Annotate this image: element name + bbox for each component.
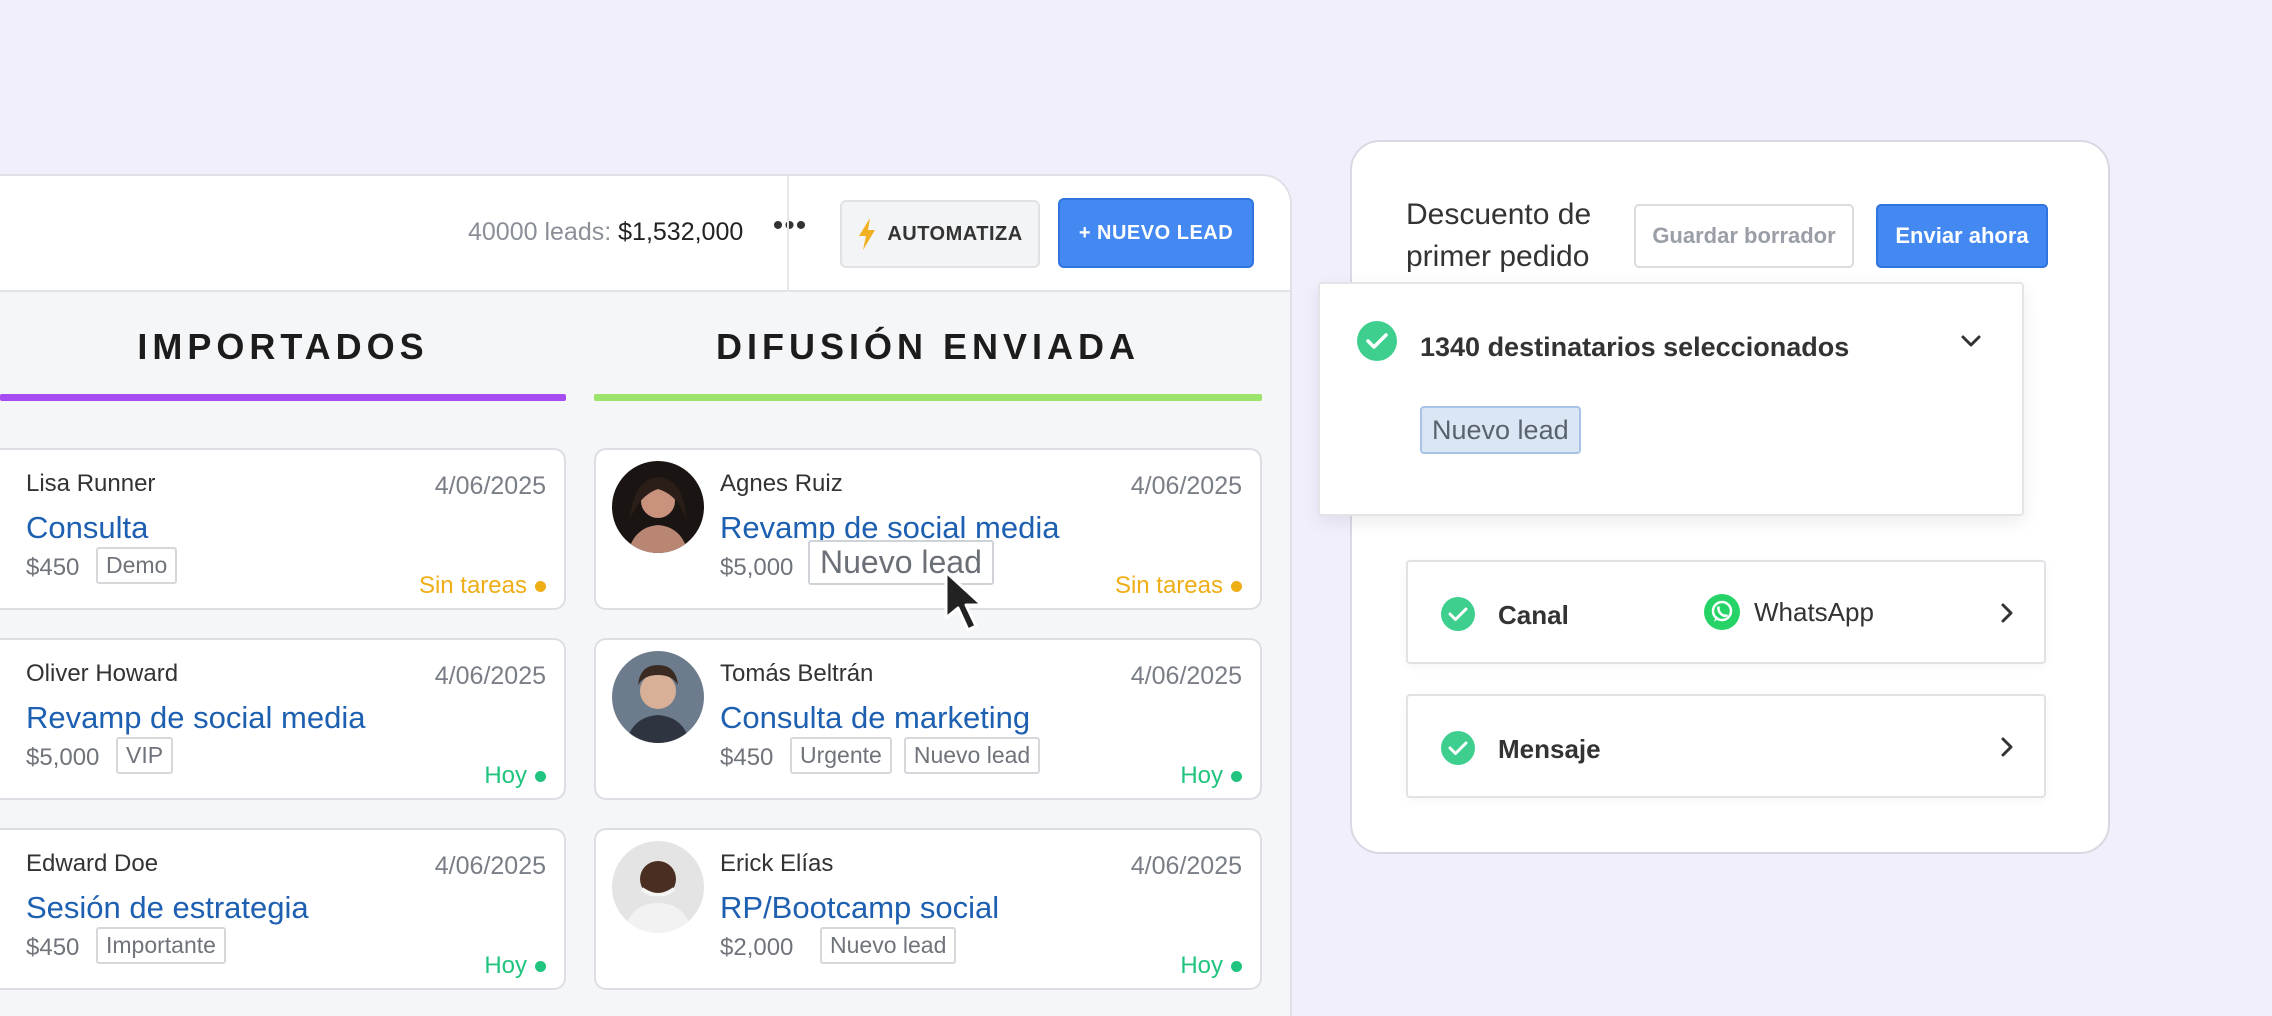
lead-date: 4/06/2025 bbox=[434, 662, 546, 690]
lead-name: Edward Doe bbox=[26, 850, 159, 877]
column-title-difusion-enviada: DIFUSIÓN ENVIADA bbox=[715, 326, 1141, 367]
lead-title-link[interactable]: RP/Bootcamp social bbox=[720, 890, 999, 926]
check-circle-icon bbox=[1441, 731, 1475, 765]
nuevo-lead-label: + NUEVO LEAD bbox=[1078, 221, 1234, 244]
channel-value-label: WhatsApp bbox=[1754, 596, 1874, 627]
task-status: Hoy bbox=[1180, 952, 1242, 980]
header-divider bbox=[787, 176, 789, 292]
broadcast-title: Descuento de primer pedido bbox=[1406, 198, 1592, 273]
lead-date: 4/06/2025 bbox=[1130, 472, 1242, 500]
status-dot bbox=[535, 580, 546, 592]
task-status-label: Sin tareas bbox=[418, 572, 527, 599]
lead-name: Agnes Ruiz bbox=[720, 470, 843, 497]
lightning-icon bbox=[859, 218, 876, 250]
lead-tag: VIP bbox=[116, 737, 174, 774]
task-status-label: Sin tareas bbox=[1114, 572, 1223, 599]
lead-price: $2,000 bbox=[720, 934, 794, 961]
lead-price: $450 bbox=[26, 934, 80, 961]
lead-card[interactable]: Agnes Ruiz 4/06/2025 Revamp de social me… bbox=[594, 448, 1262, 610]
status-dot bbox=[1231, 960, 1242, 972]
lead-title-link[interactable]: Sesión de estrategia bbox=[26, 890, 309, 926]
nuevo-lead-button[interactable]: + NUEVO LEAD bbox=[1058, 198, 1254, 268]
status-dot bbox=[1231, 580, 1242, 592]
lead-card[interactable]: Lisa Runner 4/06/2025 Consulta $450 Demo… bbox=[0, 448, 566, 610]
channel-label: Canal bbox=[1498, 600, 1569, 630]
channel-value: WhatsApp bbox=[1704, 594, 1874, 630]
lead-date: 4/06/2025 bbox=[434, 852, 546, 880]
leads-total: $1,532,000 bbox=[618, 218, 744, 246]
chevron-down-icon[interactable] bbox=[1956, 326, 1986, 356]
lead-price: $450 bbox=[720, 744, 774, 771]
task-status: Sin tareas bbox=[1115, 572, 1242, 600]
lead-title-link[interactable]: Consulta bbox=[26, 510, 148, 546]
task-status-label: Hoy bbox=[484, 952, 527, 979]
check-circle-icon bbox=[1357, 321, 1397, 361]
lead-tag: Demo bbox=[96, 547, 178, 584]
lead-tag: Nuevo lead bbox=[820, 927, 957, 964]
status-dot bbox=[535, 960, 546, 972]
chevron-right-icon bbox=[2001, 603, 2013, 623]
send-now-button[interactable]: Enviar ahora bbox=[1876, 204, 2048, 268]
task-status: Hoy bbox=[1180, 762, 1242, 790]
more-options-button[interactable]: ••• bbox=[772, 206, 808, 246]
lead-card[interactable]: Edward Doe 4/06/2025 Sesión de estrategi… bbox=[0, 828, 566, 990]
lead-date: 4/06/2025 bbox=[434, 472, 546, 500]
task-status-label: Hoy bbox=[1180, 762, 1223, 789]
lead-title-link[interactable]: Consulta de marketing bbox=[720, 700, 1030, 736]
leads-summary: 40000 leads: $1,532,000 bbox=[468, 218, 743, 247]
status-dot bbox=[1231, 770, 1242, 782]
avatar bbox=[612, 461, 704, 553]
task-status-label: Hoy bbox=[1180, 952, 1223, 979]
column-title-importados: IMPORTADOS bbox=[137, 326, 429, 367]
lead-tag: Nuevo lead bbox=[903, 737, 1041, 774]
task-status: Hoy bbox=[484, 952, 546, 980]
lead-name: Oliver Howard bbox=[26, 660, 179, 687]
chevron-right-icon bbox=[2001, 737, 2013, 757]
channel-row[interactable]: Canal WhatsApp bbox=[1406, 560, 2046, 664]
lead-date: 4/06/2025 bbox=[1130, 662, 1242, 690]
lead-price: $450 bbox=[26, 554, 80, 581]
lead-name: Erick Elías bbox=[720, 850, 834, 877]
message-row[interactable]: Mensaje bbox=[1406, 694, 2046, 798]
pipeline-panel: 40000 leads: $1,532,000 ••• AUTOMATIZA +… bbox=[0, 174, 1292, 1016]
lead-price: $5,000 bbox=[720, 554, 794, 581]
automatiza-button[interactable]: AUTOMATIZA bbox=[840, 200, 1040, 268]
message-label: Mensaje bbox=[1498, 734, 1601, 764]
automatiza-label: AUTOMATIZA bbox=[887, 222, 1023, 245]
avatar bbox=[612, 651, 704, 743]
lead-title-link[interactable]: Revamp de social media bbox=[26, 700, 365, 736]
lead-tag: Importante bbox=[96, 927, 226, 964]
whatsapp-icon bbox=[1704, 594, 1740, 630]
save-draft-button[interactable]: Guardar borrador bbox=[1634, 204, 1854, 268]
recipient-segment-chip[interactable]: Nuevo lead bbox=[1420, 406, 1581, 454]
check-circle-icon bbox=[1441, 597, 1475, 631]
leads-count: 40000 leads: bbox=[468, 218, 612, 246]
lead-name: Lisa Runner bbox=[26, 470, 156, 497]
avatar bbox=[612, 841, 704, 933]
lead-tag: Urgente bbox=[790, 737, 892, 774]
status-dot bbox=[535, 770, 546, 782]
lead-card[interactable]: Tomás Beltrán 4/06/2025 Consulta de mark… bbox=[594, 638, 1262, 800]
task-status-label: Hoy bbox=[484, 762, 527, 789]
task-status: Sin tareas bbox=[419, 572, 546, 600]
mouse-cursor-icon bbox=[944, 570, 984, 632]
column-accent-importados bbox=[0, 394, 566, 401]
lead-card[interactable]: Oliver Howard 4/06/2025 Revamp de social… bbox=[0, 638, 566, 800]
lead-date: 4/06/2025 bbox=[1130, 852, 1242, 880]
column-accent-difusion-enviada bbox=[594, 394, 1262, 401]
pipeline-header: 40000 leads: $1,532,000 ••• AUTOMATIZA +… bbox=[0, 176, 1290, 292]
lead-name: Tomás Beltrán bbox=[720, 660, 874, 687]
lead-card[interactable]: Erick Elías 4/06/2025 RP/Bootcamp social… bbox=[594, 828, 1262, 990]
recipients-selector[interactable]: 1340 destinatarios seleccionados Nuevo l… bbox=[1318, 282, 2024, 516]
task-status: Hoy bbox=[484, 762, 546, 790]
recipients-count: 1340 destinatarios seleccionados bbox=[1420, 332, 1850, 362]
lead-price: $5,000 bbox=[26, 744, 100, 771]
